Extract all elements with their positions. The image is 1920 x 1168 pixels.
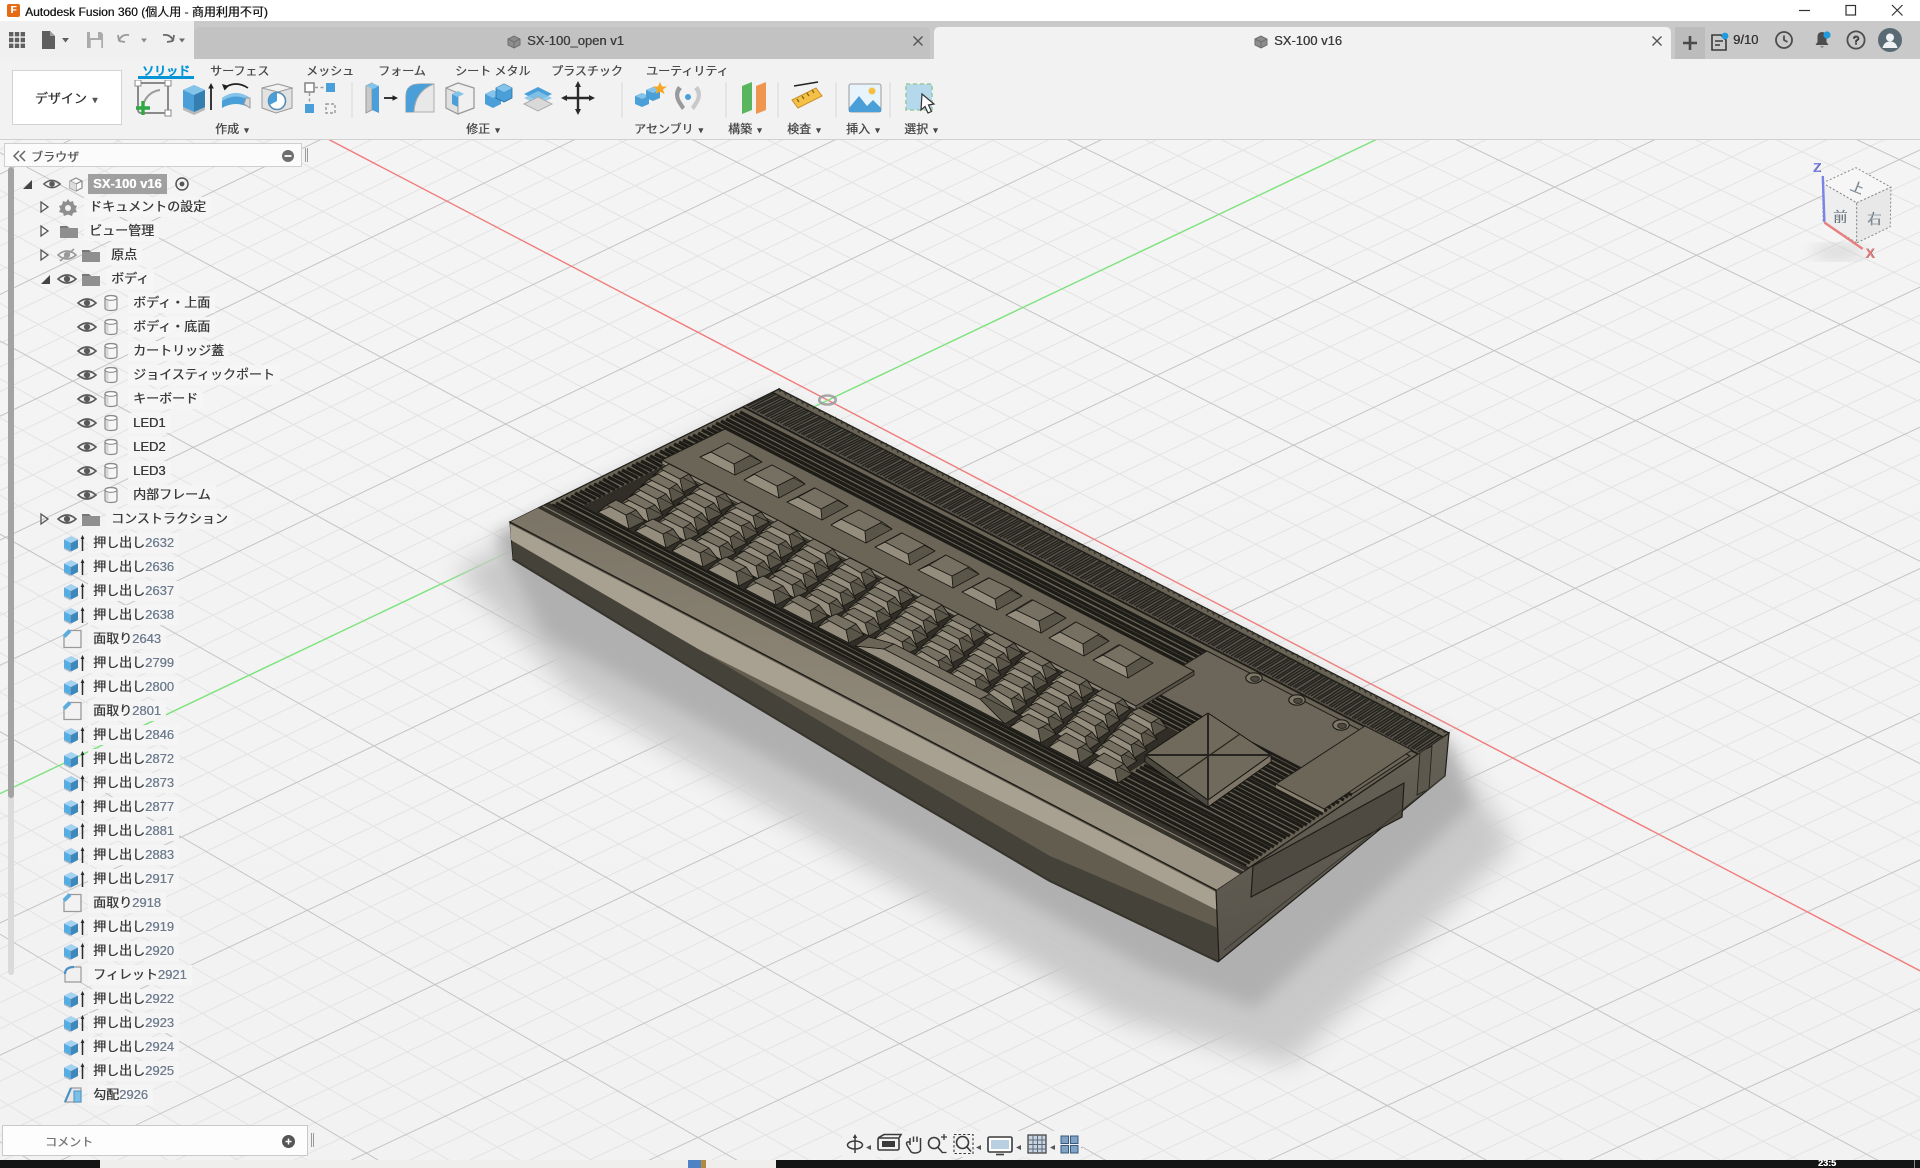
svg-text:前: 前 xyxy=(1833,209,1847,225)
svg-text:X: X xyxy=(1865,245,1875,261)
svg-text:?: ? xyxy=(1852,33,1859,47)
svg-text:右: 右 xyxy=(1867,211,1881,227)
svg-text:Z: Z xyxy=(1813,160,1821,175)
